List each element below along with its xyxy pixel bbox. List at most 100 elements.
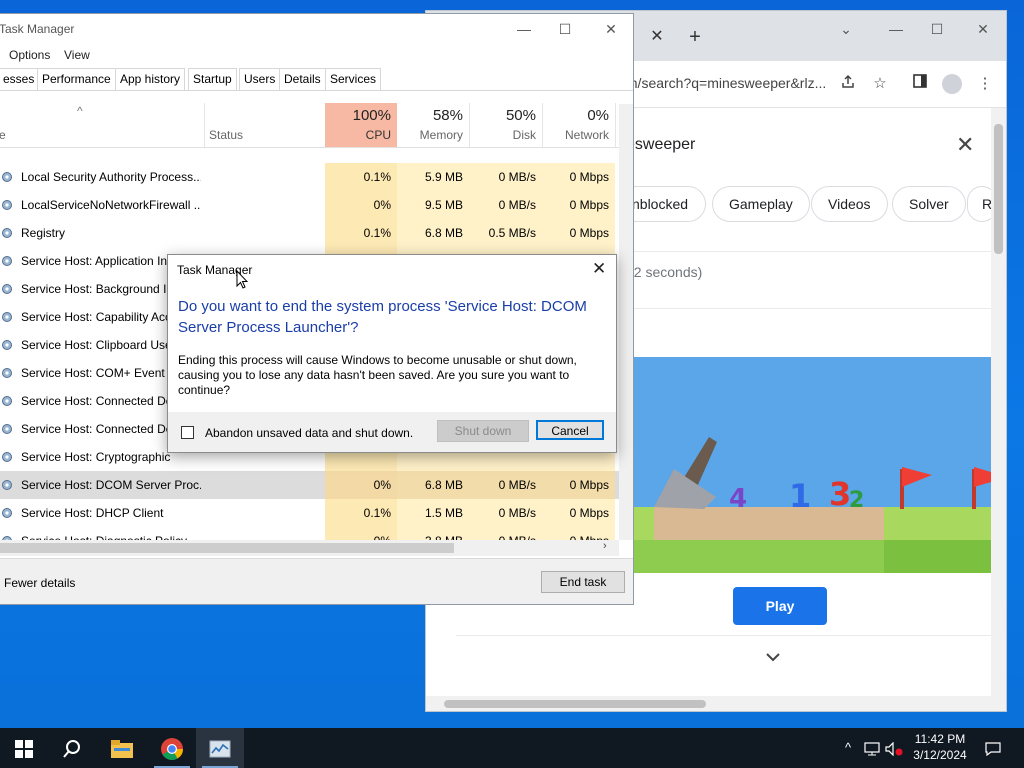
cell-net: 0 Mbps: [542, 219, 615, 247]
maximize-button[interactable]: ☐: [922, 17, 952, 41]
chip-videos[interactable]: Videos: [811, 186, 888, 222]
horizontal-scrollbar[interactable]: ›: [0, 540, 619, 556]
clock[interactable]: 11:42 PM 3/12/2024: [902, 731, 978, 763]
table-row[interactable]: Registry 0.1% 6.8 MB 0.5 MB/s 0 Mbps: [0, 219, 621, 247]
process-name: Service Host: DHCP Client: [21, 506, 164, 520]
table-row[interactable]: Service Host: DHCP Client 0.1% 1.5 MB 0 MB/…: [0, 499, 621, 527]
scroll-right-icon[interactable]: ›: [603, 540, 607, 552]
menu-view[interactable]: View: [64, 48, 90, 62]
process-gear-icon: [1, 199, 13, 211]
process-name: LocalServiceNoNetworkFirewall ...: [21, 198, 201, 212]
cell-disk: 0.5 MB/s: [469, 219, 542, 247]
scroll-down-icon[interactable]: ▾: [622, 604, 627, 605]
svg-text:4: 4: [729, 484, 747, 514]
chip-solver[interactable]: Solver: [892, 186, 966, 222]
memory-percent: 58%: [432, 107, 463, 124]
tab-services[interactable]: Services: [325, 68, 382, 90]
search-icon[interactable]: [48, 728, 96, 768]
dialog-footer: Abandon unsaved data and shut down. Shut…: [168, 412, 616, 452]
checkbox-label[interactable]: Abandon unsaved data and shut down.: [205, 426, 413, 440]
dialog-body: Ending this process will cause Windows t…: [178, 353, 577, 397]
tab-performance[interactable]: Performance: [37, 68, 116, 90]
side-panel-icon[interactable]: [910, 74, 930, 94]
scrollbar-thumb[interactable]: [444, 700, 706, 708]
bookmark-star-icon[interactable]: ☆: [870, 74, 890, 94]
play-button[interactable]: Play: [733, 587, 827, 625]
task-manager-icon[interactable]: [196, 728, 244, 768]
table-row[interactable]: Service Host: DCOM Server Proc... 0% 6.8 M…: [0, 471, 621, 499]
address-bar[interactable]: /m/search?q=minesweeper&rlz...: [622, 75, 842, 95]
table-row[interactable]: LocalServiceNoNetworkFirewall ... 0% 9.5 M…: [0, 191, 621, 219]
close-button[interactable]: ✕: [968, 17, 998, 41]
scrollbar-thumb[interactable]: [0, 543, 454, 553]
dialog-close-icon[interactable]: ✕: [592, 259, 606, 279]
volume-muted-icon[interactable]: [884, 728, 904, 768]
column-disk[interactable]: 50% Disk: [469, 103, 542, 147]
cell-mem: 1.5 MB: [397, 499, 469, 527]
tab-search-icon[interactable]: ⌄: [831, 17, 861, 41]
column-network[interactable]: 0% Network: [542, 103, 615, 147]
svg-text:2: 2: [849, 488, 864, 513]
minimize-button[interactable]: —: [881, 17, 911, 41]
cell-disk: 0 MB/s: [469, 499, 542, 527]
tab-app-history[interactable]: App history: [115, 68, 186, 90]
column-name-label: e: [0, 128, 6, 142]
show-hidden-icons[interactable]: ^: [838, 728, 858, 768]
tab-users[interactable]: Users: [239, 68, 281, 90]
column-memory[interactable]: 58% Memory: [397, 103, 469, 147]
new-tab-button[interactable]: +: [684, 26, 706, 48]
scrollbar-thumb[interactable]: [994, 124, 1003, 254]
horizontal-scrollbar[interactable]: [426, 696, 1006, 711]
clear-search-icon[interactable]: ✕: [956, 132, 974, 158]
tab-close-icon[interactable]: ✕: [646, 26, 668, 48]
divider: [0, 147, 619, 148]
process-name: Registry: [21, 226, 66, 240]
column-name[interactable]: e: [0, 103, 199, 147]
end-process-dialog: Task Manager ✕ Do you want to end the sy…: [167, 254, 617, 453]
process-gear-icon: [1, 367, 13, 379]
menu-dots-icon[interactable]: ⋮: [975, 74, 995, 94]
process-gear-icon: [1, 451, 13, 463]
cell-mem: 5.9 MB: [397, 163, 469, 191]
cancel-button[interactable]: Cancel: [536, 420, 604, 440]
cell-mem: 6.8 MB: [397, 219, 469, 247]
chrome-icon[interactable]: [148, 728, 196, 768]
vertical-scrollbar[interactable]: [991, 108, 1006, 696]
minimize-button[interactable]: —: [509, 18, 539, 40]
windows-start-icon[interactable]: [0, 728, 48, 768]
search-query-text[interactable]: esweeper: [626, 136, 695, 154]
vertical-scrollbar[interactable]: ▾: [619, 104, 633, 540]
maximize-button[interactable]: ☐: [550, 18, 580, 40]
disk-label: Disk: [512, 128, 536, 142]
disk-percent: 50%: [505, 107, 536, 124]
column-status[interactable]: Status: [209, 103, 309, 147]
footer: Fewer details End task: [0, 558, 633, 604]
chip-more[interactable]: R: [967, 186, 991, 222]
clock-date: 3/12/2024: [913, 748, 967, 762]
process-gear-icon: [1, 423, 13, 435]
notifications-icon[interactable]: [982, 728, 1004, 768]
column-cpu[interactable]: 100% CPU: [325, 103, 397, 147]
abandon-data-checkbox[interactable]: [181, 426, 194, 439]
svg-text:1: 1: [789, 477, 811, 515]
table-row[interactable]: Local Security Authority Process... 0.1% 5…: [0, 163, 621, 191]
column-status-label: Status: [209, 128, 244, 142]
cpu-percent: 100%: [352, 107, 391, 124]
chip-gameplay[interactable]: Gameplay: [712, 186, 810, 222]
cell-disk: 0 MB/s: [469, 163, 542, 191]
share-icon[interactable]: [838, 74, 858, 94]
chevron-down-icon[interactable]: [766, 646, 780, 667]
network-icon[interactable]: [862, 728, 882, 768]
profile-avatar-icon[interactable]: [942, 74, 962, 94]
close-button[interactable]: ✕: [596, 18, 626, 40]
tab-startup[interactable]: Startup: [188, 68, 237, 90]
process-name: Service Host: DCOM Server Proc...: [21, 478, 201, 492]
end-task-button[interactable]: End task: [541, 571, 625, 593]
menu-options[interactable]: Options: [9, 48, 50, 62]
shut-down-button[interactable]: Shut down: [437, 420, 529, 442]
tab-details[interactable]: Details: [279, 68, 326, 90]
tab-processes[interactable]: esses: [0, 68, 40, 90]
process-gear-icon: [1, 311, 13, 323]
file-explorer-icon[interactable]: [98, 728, 146, 768]
fewer-details-link[interactable]: Fewer details: [4, 576, 75, 590]
